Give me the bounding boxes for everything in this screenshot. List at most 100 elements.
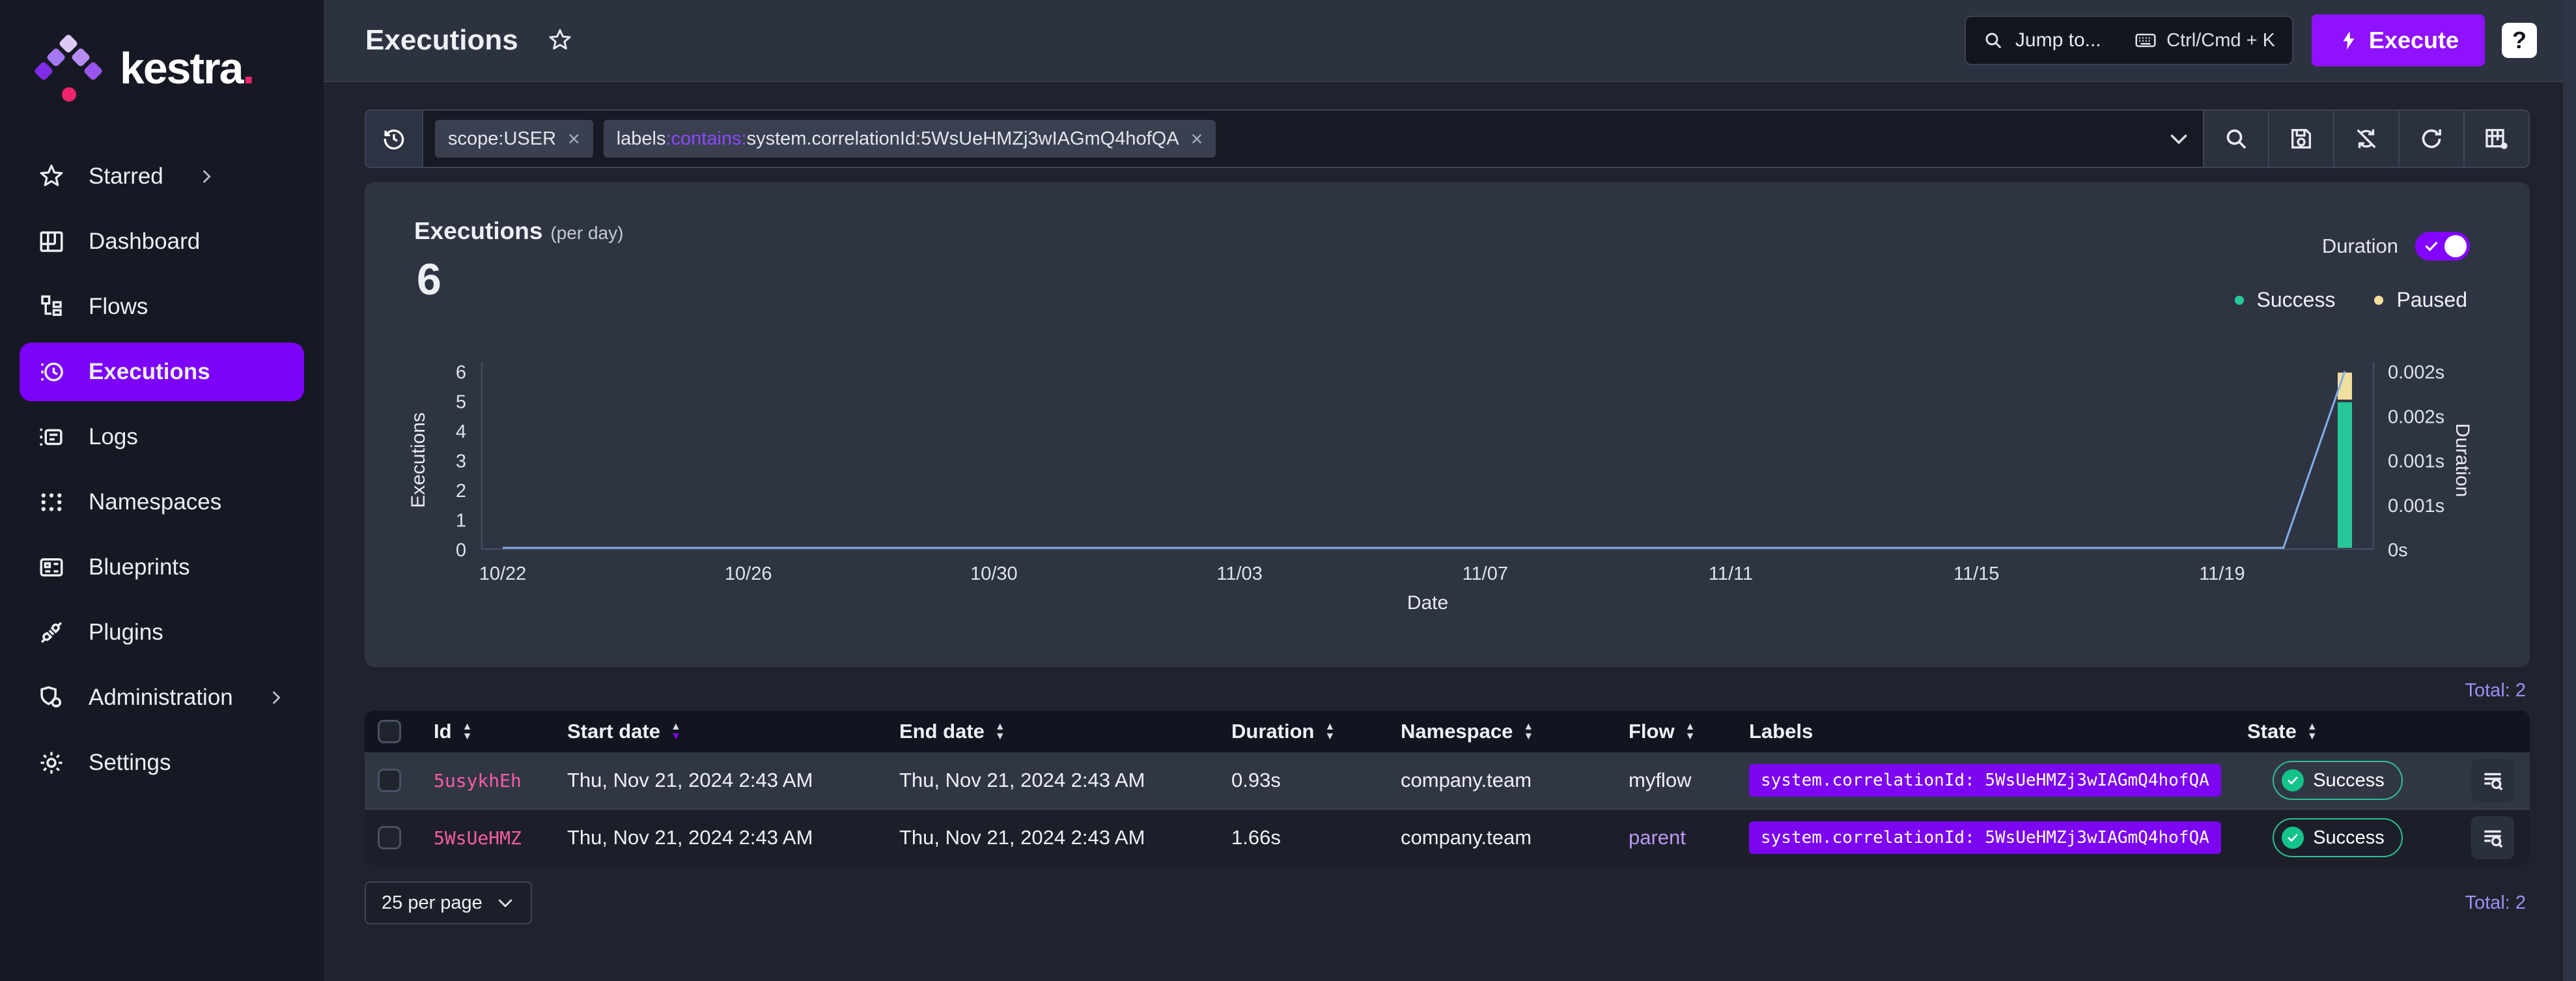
sidebar-item-blueprints[interactable]: Blueprints [20, 538, 304, 597]
flow-link[interactable]: myflow [1612, 769, 1732, 792]
sort-arrows-icon[interactable]: ▲▼ [995, 722, 1005, 741]
sidebar-item-logs[interactable]: Logs [20, 408, 304, 466]
row-checkbox[interactable] [378, 826, 401, 849]
sidebar-item-administration[interactable]: Administration [20, 668, 304, 727]
svg-text:0.002s: 0.002s [2388, 406, 2444, 427]
kestra-logo[interactable]: kestra. [0, 0, 324, 104]
search-icon [2223, 126, 2249, 152]
search-icon [1983, 30, 2004, 51]
topbar: Executions Jump to... Ctrl/Cmd + K Execu… [324, 0, 2576, 82]
refresh-icon [2418, 126, 2444, 152]
sort-arrows-icon[interactable]: ▲▼ [462, 722, 473, 741]
legend-item-paused[interactable]: Paused [2374, 288, 2467, 312]
duration-toggle[interactable] [2415, 232, 2470, 261]
log-search-icon [2480, 825, 2505, 850]
executions-chart-card: Executions(per day) 6 Duration SuccessPa… [365, 182, 2530, 667]
sort-arrows-icon[interactable]: ▲▼ [671, 722, 681, 741]
svg-text:0: 0 [456, 540, 466, 561]
favorite-star-icon[interactable] [547, 27, 573, 53]
executions-total-value: 6 [417, 254, 441, 305]
svg-text:Date: Date [1407, 592, 1448, 614]
close-icon[interactable]: × [1191, 128, 1203, 149]
select-all-checkbox[interactable] [378, 720, 401, 743]
flow-link[interactable]: parent [1612, 826, 1732, 849]
table-row[interactable]: 5usykhEhThu, Nov 21, 2024 2:43 AMThu, No… [365, 752, 2530, 808]
column-header-label: Flow [1629, 720, 1675, 743]
svg-text:1: 1 [456, 511, 466, 532]
sidebar-item-label: Administration [89, 685, 233, 711]
executions-table: Id▲▼Start date▲▼End date▲▼Duration▲▼Name… [365, 711, 2530, 866]
sort-arrows-icon[interactable]: ▲▼ [1523, 722, 1533, 741]
sidebar-item-namespaces[interactable]: Namespaces [20, 473, 304, 532]
execution-id-link[interactable]: 5usykhEh [417, 769, 550, 792]
help-button[interactable]: ? [2502, 23, 2537, 58]
svg-text:3: 3 [456, 451, 466, 472]
state-cell: Success [2230, 761, 2445, 800]
column-header-label: Labels [1749, 720, 1813, 743]
execute-button[interactable]: Execute [2312, 14, 2485, 66]
row-checkbox[interactable] [378, 769, 401, 792]
sidebar-item-executions[interactable]: Executions [20, 343, 304, 401]
column-header-state[interactable]: State▲▼ [2230, 720, 2445, 743]
legend-dot [2235, 296, 2244, 305]
sidebar-item-dashboard[interactable]: Dashboard [20, 212, 304, 271]
svg-text:0s: 0s [2388, 540, 2408, 561]
filter-chip[interactable]: labels:contains:system.correlationId:5Ws… [604, 120, 1216, 158]
table-row[interactable]: 5WsUeHMZThu, Nov 21, 2024 2:43 AMThu, No… [365, 808, 2530, 866]
filter-bar: scope:USER× labels:contains:system.correl… [365, 109, 2530, 168]
jump-to-search[interactable]: Jump to... Ctrl/Cmd + K [1965, 16, 2293, 65]
save-button[interactable] [2268, 111, 2333, 167]
column-header-id[interactable]: Id▲▼ [417, 720, 550, 743]
table-settings-icon [2484, 126, 2510, 152]
execution-id-link-text[interactable]: 5WsUeHMZ [434, 827, 522, 849]
search-button[interactable] [2203, 111, 2268, 167]
flow-link-text[interactable]: parent [1629, 826, 1686, 849]
log-search-button[interactable] [2471, 816, 2514, 859]
column-header-flow[interactable]: Flow ▲▼ [1612, 720, 1732, 743]
start-date-cell: Thu, Nov 21, 2024 2:43 AM [550, 769, 882, 792]
filter-chip[interactable]: scope:USER× [435, 120, 593, 158]
filter-dropdown-toggle[interactable] [2155, 111, 2203, 167]
column-header-end-date[interactable]: End date ▲▼ [882, 720, 1214, 743]
label-pill[interactable]: system.correlationId: 5WsUeHMZj3wIAGmQ4h… [1749, 821, 2221, 854]
sidebar-item-settings[interactable]: Settings [20, 733, 304, 792]
start-date-cell-text: Thu, Nov 21, 2024 2:43 AM [567, 826, 813, 849]
filter-input[interactable]: scope:USER× labels:contains:system.correl… [423, 111, 2155, 167]
row-actions [2445, 816, 2530, 859]
auto-refresh-off-button[interactable] [2333, 111, 2398, 167]
column-header-namespace[interactable]: Namespace▲▼ [1384, 720, 1612, 743]
column-header-start-date[interactable]: Start date▲▼ [550, 720, 882, 743]
save-icon [2288, 126, 2314, 152]
column-header-label: End date [899, 720, 985, 743]
refresh-button[interactable] [2398, 111, 2463, 167]
svg-text:10/22: 10/22 [479, 563, 527, 584]
sidebar-item-label: Flows [89, 294, 148, 320]
execution-id-link[interactable]: 5WsUeHMZ [417, 826, 550, 849]
sidebar-item-flows[interactable]: Flows [20, 277, 304, 336]
sidebar-item-starred[interactable]: Starred [20, 147, 304, 206]
sort-arrows-icon[interactable]: ▲▼ [2307, 722, 2317, 741]
per-page-select[interactable]: 25 per page [365, 881, 532, 924]
label-pill[interactable]: system.correlationId: 5WsUeHMZj3wIAGmQ4h… [1749, 764, 2221, 797]
log-search-button[interactable] [2471, 759, 2514, 802]
sort-arrows-icon[interactable]: ▲▼ [1324, 722, 1335, 741]
pagination-row: 25 per page Total: 2 [365, 881, 2530, 924]
execution-id-link-text[interactable]: 5usykhEh [434, 770, 522, 791]
column-header-duration[interactable]: Duration▲▼ [1214, 720, 1384, 743]
sidebar-item-plugins[interactable]: Plugins [20, 603, 304, 662]
namespace-cell: company.team [1384, 769, 1612, 792]
history-icon [381, 126, 407, 152]
filter-history-button[interactable] [366, 111, 423, 167]
kestra-logo-text: kestra. [120, 46, 253, 91]
column-header-labels[interactable]: Labels [1732, 720, 2230, 743]
svg-text:10/26: 10/26 [725, 563, 772, 584]
sidebar-item-label: Blueprints [89, 554, 190, 580]
flow-link-text[interactable]: myflow [1629, 769, 1691, 791]
sort-arrows-icon[interactable]: ▲▼ [1685, 722, 1696, 741]
legend-item-success[interactable]: Success [2235, 288, 2336, 312]
sidebar: kestra. Starred Dashboard Flows Executions L… [0, 0, 324, 981]
close-icon[interactable]: × [568, 128, 580, 149]
scrollbar[interactable] [2563, 0, 2576, 981]
logs-icon [38, 423, 65, 451]
table-settings-button[interactable] [2463, 111, 2528, 167]
